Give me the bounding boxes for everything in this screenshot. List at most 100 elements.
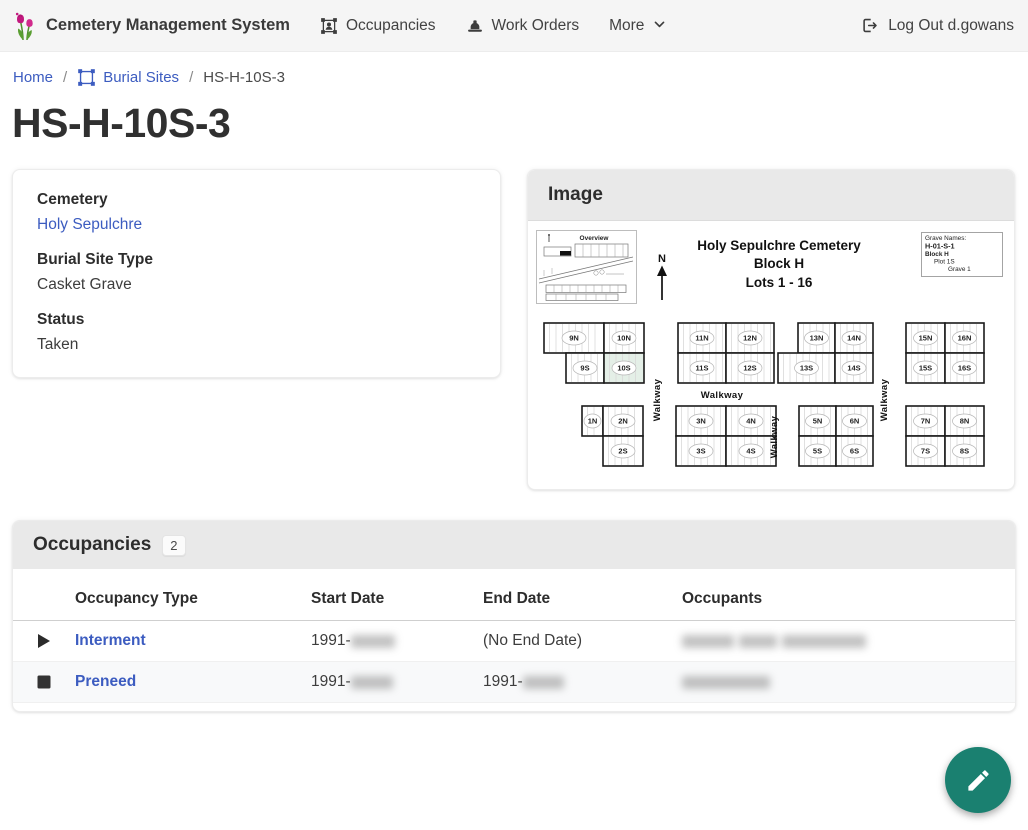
start-date: 1991- — [311, 632, 351, 649]
svg-text:5S: 5S — [813, 447, 822, 456]
occupancies-card-header: Occupancies 2 — [13, 521, 1015, 569]
occupancies-card: Occupancies 2 Occupancy Type Start Date … — [12, 520, 1016, 712]
plot-cell-7N: 7N — [906, 406, 945, 436]
svg-text:9N: 9N — [569, 334, 579, 343]
plot-cell-13N: 13N — [798, 323, 835, 353]
cemetery-link[interactable]: Holy Sepulchre — [37, 216, 142, 233]
nav-item-more[interactable]: More — [609, 17, 670, 35]
svg-text:10S: 10S — [617, 364, 630, 373]
plot-cell-3N: 3N — [676, 406, 726, 436]
svg-text:5N: 5N — [813, 417, 823, 426]
svg-text:Block H: Block H — [925, 251, 949, 258]
plot-grid: 9N10N9S10S11N12N11S12S13N14N13S14S15N16N… — [544, 323, 984, 466]
end-date: 1991- — [483, 673, 523, 690]
svg-text:Lots 1 - 16: Lots 1 - 16 — [746, 275, 813, 290]
svg-text:15N: 15N — [919, 334, 933, 343]
breadcrumb-burial-sites-link[interactable]: Burial Sites — [77, 68, 179, 87]
svg-text:13N: 13N — [810, 334, 824, 343]
breadcrumb: Home / Burial Sites / HS-H-10S-3 — [0, 52, 1028, 87]
top-navbar: Cemetery Management System Occupancies — [0, 0, 1028, 52]
svg-text:4N: 4N — [746, 417, 756, 426]
plot-cell-12S: 12S — [726, 353, 774, 383]
column-status-icon — [13, 578, 75, 621]
chevron-down-icon — [652, 17, 670, 35]
plot-cell-9N: 9N — [544, 323, 604, 353]
page-title: HS-H-10S-3 — [12, 101, 1028, 146]
field-label-status: Status — [37, 311, 476, 329]
breadcrumb-separator: / — [63, 69, 67, 86]
svg-text:8S: 8S — [960, 447, 969, 456]
app-brand[interactable]: Cemetery Management System — [14, 11, 290, 41]
north-arrow: N — [657, 253, 667, 300]
breadcrumb-label: Home — [13, 69, 53, 86]
svg-text:4S: 4S — [746, 447, 755, 456]
nav-label: Work Orders — [492, 17, 580, 35]
svg-text:6S: 6S — [850, 447, 859, 456]
plot-cell-8S: 8S — [945, 436, 984, 466]
edit-button[interactable] — [945, 747, 1011, 813]
column-end-date: End Date — [483, 578, 682, 621]
image-card: Image Overview — [527, 169, 1015, 490]
plot-cell-8N: 8N — [945, 406, 984, 436]
field-label-cemetery: Cemetery — [37, 191, 476, 209]
image-card-header: Image — [528, 170, 1014, 221]
main-nav: Occupancies Work Orders More — [320, 17, 671, 35]
redacted-text — [739, 635, 777, 648]
plot-cell-3S: 3S — [676, 436, 726, 466]
logout-button[interactable]: Log Out d.gowans — [860, 16, 1014, 35]
redacted-text — [523, 676, 564, 689]
occupancies-icon — [320, 17, 338, 35]
svg-text:9S: 9S — [580, 364, 589, 373]
walkway-label: Walkway — [879, 378, 890, 421]
svg-text:15S: 15S — [919, 364, 932, 373]
plot-cell-15N: 15N — [906, 323, 945, 353]
svg-text:2S: 2S — [618, 447, 627, 456]
nav-item-occupancies[interactable]: Occupancies — [320, 17, 436, 35]
occupancy-type-link[interactable]: Preneed — [75, 673, 136, 690]
north-label: N — [658, 253, 666, 265]
svg-text:3S: 3S — [696, 447, 705, 456]
walkway-label: Walkway — [701, 390, 744, 401]
plot-cell-7S: 7S — [906, 436, 945, 466]
svg-text:10N: 10N — [617, 334, 631, 343]
plot-cell-9S: 9S — [566, 353, 604, 383]
svg-text:1N: 1N — [588, 417, 598, 426]
pencil-icon — [965, 767, 992, 794]
breadcrumb-current: HS-H-10S-3 — [203, 69, 285, 86]
nav-item-work-orders[interactable]: Work Orders — [466, 17, 580, 35]
logout-icon — [860, 16, 879, 35]
nav-label: Occupancies — [346, 17, 436, 35]
svg-text:14N: 14N — [847, 334, 861, 343]
image-card-title: Image — [548, 184, 603, 206]
burial-site-details-card: Cemetery Holy Sepulchre Burial Site Type… — [12, 169, 501, 378]
svg-text:16S: 16S — [958, 364, 971, 373]
column-occupants: Occupants — [682, 578, 1015, 621]
svg-text:6N: 6N — [850, 417, 860, 426]
svg-text:11N: 11N — [695, 334, 708, 343]
plot-cell-10S: 10S — [604, 353, 644, 383]
app-title: Cemetery Management System — [46, 16, 290, 35]
svg-text:12S: 12S — [743, 364, 756, 373]
plot-cell-2S: 2S — [603, 436, 643, 466]
nav-label: More — [609, 17, 644, 35]
svg-text:7S: 7S — [921, 447, 930, 456]
plot-cell-11N: 11N — [678, 323, 726, 353]
burial-sites-icon — [77, 68, 96, 87]
field-label-burial-site-type: Burial Site Type — [37, 251, 476, 269]
play-icon — [37, 633, 51, 649]
overview-label: Overview — [580, 235, 610, 242]
plot-cell-5S: 5S — [799, 436, 836, 466]
svg-text:Grave 1: Grave 1 — [948, 266, 971, 273]
breadcrumb-label: Burial Sites — [103, 69, 179, 86]
plot-cell-10N: 10N — [604, 323, 644, 353]
breadcrumb-home-link[interactable]: Home — [13, 69, 53, 86]
end-date: (No End Date) — [483, 632, 582, 649]
walkway-label: Walkway — [769, 415, 780, 458]
redacted-text — [351, 676, 393, 689]
plot-map-image[interactable]: Overview — [528, 221, 1014, 489]
redacted-text — [682, 635, 734, 648]
occupancy-type-link[interactable]: Interment — [75, 632, 146, 649]
plot-cell-5N: 5N — [799, 406, 836, 436]
plot-cell-2N: 2N — [603, 406, 643, 436]
svg-text:14S: 14S — [847, 364, 860, 373]
